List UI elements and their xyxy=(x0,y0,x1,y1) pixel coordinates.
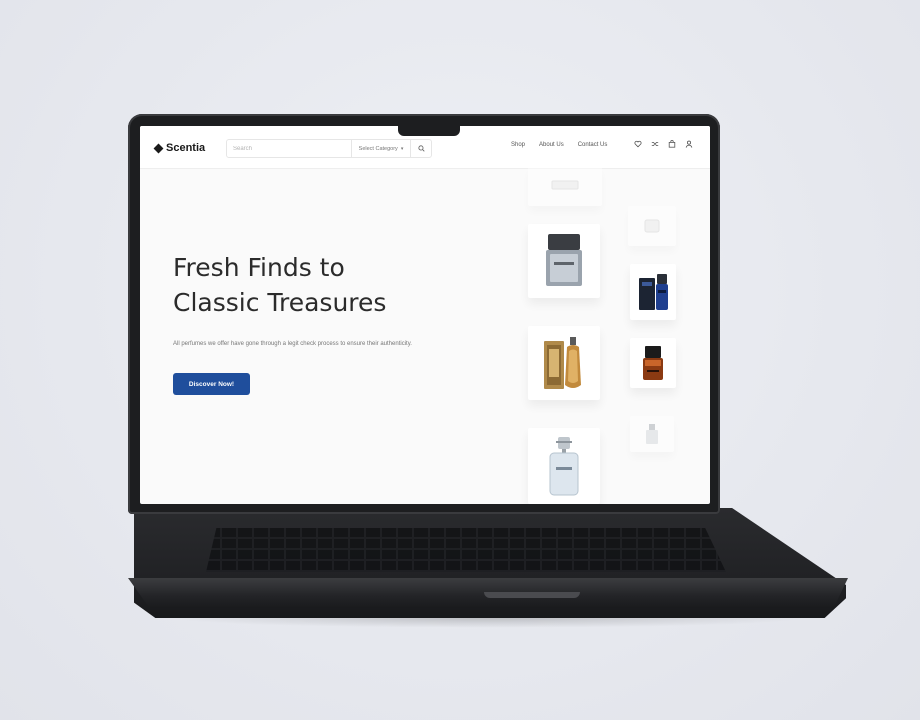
search-input[interactable] xyxy=(227,141,353,156)
user-icon[interactable] xyxy=(685,140,693,148)
product-tile-small[interactable] xyxy=(630,416,674,452)
product-tile-silver[interactable] xyxy=(528,224,600,298)
perfume-bottle-image xyxy=(544,337,581,389)
nav-link-contact[interactable]: Contact Us xyxy=(578,142,608,148)
perfume-bottle-image xyxy=(644,219,660,233)
category-select-label: Select Category xyxy=(358,145,398,152)
diamond-logo-icon xyxy=(153,143,164,153)
product-tile-faded[interactable] xyxy=(628,206,676,246)
laptop-keyboard xyxy=(206,528,726,572)
chevron-down-icon: ▾ xyxy=(400,145,404,152)
discover-now-button[interactable]: Discover Now! xyxy=(173,373,250,395)
laptop-opening-notch xyxy=(484,592,580,598)
nav-link-shop[interactable]: Shop xyxy=(511,142,525,148)
heart-icon[interactable] xyxy=(634,140,642,148)
search-bar: Select Category ▾ xyxy=(226,139,432,158)
shuffle-icon[interactable] xyxy=(651,140,659,148)
nav-icons xyxy=(634,140,693,148)
camera-notch xyxy=(398,126,460,136)
category-select[interactable]: Select Category ▾ xyxy=(351,140,410,157)
nav-link-about[interactable]: About Us xyxy=(539,142,564,148)
product-tile-amber[interactable] xyxy=(630,338,676,388)
perfume-bottle-image xyxy=(639,274,668,310)
search-button[interactable] xyxy=(410,140,431,157)
hero-title-line-2: Classic Treasures xyxy=(173,288,387,317)
hero-title: Fresh Finds to Classic Treasures xyxy=(173,250,433,320)
nav-links: Shop About Us Contact Us xyxy=(511,142,607,148)
search-icon xyxy=(417,145,425,152)
perfume-bottle-image xyxy=(551,180,579,190)
product-tile-blue[interactable] xyxy=(630,264,676,320)
cart-icon[interactable] xyxy=(668,140,676,148)
hero-title-line-1: Fresh Finds to xyxy=(173,253,345,282)
product-tile-top[interactable] xyxy=(528,166,602,206)
website-screen: Scentia Select Category ▾ Shop About Us xyxy=(140,126,710,504)
perfume-bottle-image xyxy=(646,424,658,444)
product-tile-clear[interactable] xyxy=(528,428,600,504)
brand-logo[interactable]: Scentia xyxy=(153,142,206,154)
brand-name: Scentia xyxy=(166,142,206,154)
laptop-mockup: Scentia Select Category ▾ Shop About Us xyxy=(0,0,920,720)
hero-description: All perfumes we offer have gone through … xyxy=(173,341,412,347)
perfume-bottle-image xyxy=(546,234,582,286)
perfume-bottle-image xyxy=(643,346,663,380)
perfume-bottle-image xyxy=(549,437,579,496)
product-tile-gold[interactable] xyxy=(528,326,600,400)
